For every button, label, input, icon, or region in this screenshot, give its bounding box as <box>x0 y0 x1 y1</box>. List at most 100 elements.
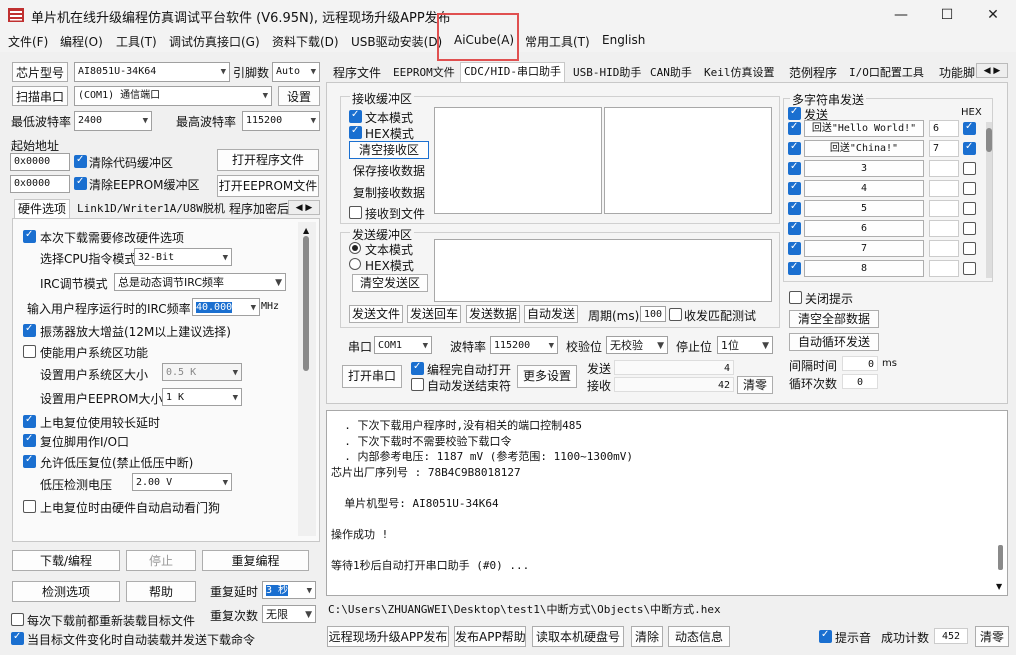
open-eeprom-file-button[interactable]: 打开EEPROM文件 <box>217 175 319 197</box>
multi-delay-input[interactable] <box>929 180 959 197</box>
serial-port-select[interactable]: COM1 ▼ <box>374 336 432 354</box>
menu-tools[interactable]: 工具(T) <box>116 33 157 50</box>
multi-send-button[interactable]: 3 <box>804 160 924 177</box>
clear-receive-button[interactable]: 清空接收区 <box>349 141 429 159</box>
tab-usb-hid[interactable]: USB-HID助手 <box>570 64 644 82</box>
close-button[interactable]: ✕ <box>970 0 1016 30</box>
min-baud-select[interactable]: 2400 ▼ <box>74 111 152 131</box>
multi-send-checkbox[interactable] <box>788 261 801 275</box>
check-options-button[interactable]: 检测选项 <box>12 581 120 602</box>
tab-offline-writer[interactable]: Link1D/Writer1A/U8W脱机 <box>74 200 228 218</box>
stop-button[interactable]: 停止 <box>126 550 196 571</box>
repeat-delay-select[interactable]: 3 秒 ▼ <box>262 581 316 599</box>
baud-select[interactable]: 115200 ▼ <box>490 336 558 354</box>
menu-download[interactable]: 资料下载(D) <box>272 33 339 50</box>
tab-eeprom-file[interactable]: EEPROM文件 <box>390 64 458 82</box>
scan-port-button[interactable]: 扫描串口 <box>12 86 68 106</box>
send-text-mode-radio[interactable] <box>349 242 361 254</box>
loop-count-input[interactable]: 0 <box>842 374 878 389</box>
multi-send-checkbox[interactable] <box>788 121 801 135</box>
multi-delay-input[interactable] <box>929 200 959 217</box>
multi-hex-checkbox[interactable] <box>963 182 976 195</box>
tab-program-encrypt[interactable]: 程序加密后 <box>226 200 288 218</box>
dynamic-info-button[interactable]: 动态信息 <box>668 626 730 647</box>
scroll-down-icon[interactable]: ▼ <box>996 582 1002 591</box>
multi-send-button[interactable]: 8 <box>804 260 924 277</box>
multi-hex-checkbox[interactable] <box>963 242 976 255</box>
multi-send-button[interactable]: 7 <box>804 240 924 257</box>
save-receive-button[interactable]: 保存接收数据 <box>349 163 429 181</box>
eeprom-size-select[interactable]: 1 K ▼ <box>162 388 242 406</box>
repeat-program-button[interactable]: 重复编程 <box>202 550 309 571</box>
log-scrollbar-thumb[interactable] <box>998 545 1003 570</box>
long-delay-checkbox[interactable] <box>23 414 36 428</box>
tab-hardware-options[interactable]: 硬件选项 <box>14 199 71 219</box>
auto-open-checkbox[interactable] <box>411 361 424 375</box>
auto-load-checkbox[interactable] <box>11 631 24 645</box>
settings-button[interactable]: 设置 <box>278 86 320 106</box>
multi-send-all-checkbox[interactable] <box>788 106 801 120</box>
multi-delay-input[interactable] <box>929 220 959 237</box>
lvd-voltage-select[interactable]: 2.00 V ▼ <box>132 473 232 491</box>
beep-checkbox[interactable] <box>819 629 832 643</box>
parity-select[interactable]: 无校验 ▼ <box>606 336 668 354</box>
tab-examples[interactable]: 范例程序 <box>786 64 840 82</box>
auto-send-end-checkbox[interactable] <box>411 378 424 391</box>
reload-each-checkbox[interactable] <box>11 613 24 626</box>
stop-bits-select[interactable]: 1位 ▼ <box>717 336 773 354</box>
lvd-reset-checkbox[interactable] <box>23 454 36 468</box>
osc-gain-checkbox[interactable] <box>23 323 36 337</box>
menu-debug[interactable]: 调试仿真接口(G) <box>169 33 260 50</box>
more-settings-button[interactable]: 更多设置 <box>517 365 577 388</box>
publish-help-button[interactable]: 发布APP帮助 <box>454 626 526 647</box>
match-test-checkbox[interactable] <box>669 308 682 321</box>
maximize-button[interactable]: ☐ <box>924 0 970 30</box>
close-hint-checkbox[interactable] <box>789 291 802 304</box>
tab-cdc-hid-serial[interactable]: CDC/HID-串口助手 <box>460 62 565 83</box>
port-select[interactable]: (COM1) 通信端口 ▼ <box>74 86 272 106</box>
irc-freq-select[interactable]: 40.000 ▼ <box>192 298 260 316</box>
send-text-area[interactable] <box>434 239 772 302</box>
multi-delay-input[interactable] <box>929 160 959 177</box>
modify-hw-checkbox[interactable] <box>23 229 36 243</box>
multi-send-button[interactable]: 6 <box>804 220 924 237</box>
multi-hex-checkbox[interactable] <box>963 202 976 215</box>
recv-text-mode-checkbox[interactable] <box>349 109 362 123</box>
multi-hex-checkbox[interactable] <box>963 141 976 155</box>
multi-delay-input[interactable] <box>929 260 959 277</box>
reset-io-checkbox[interactable] <box>23 433 36 447</box>
send-data-button[interactable]: 发送数据 <box>466 305 520 323</box>
menu-file[interactable]: 文件(F) <box>8 33 48 50</box>
multi-send-checkbox[interactable] <box>788 161 801 175</box>
tab-program-file[interactable]: 程序文件 <box>330 64 384 82</box>
multi-send-checkbox[interactable] <box>788 181 801 195</box>
output-log[interactable]: . 下次下载用户程序时,没有相关的端口控制485 . 下次下载时不需要校验下载口… <box>326 410 1008 596</box>
multi-send-checkbox[interactable] <box>788 201 801 215</box>
reset-count-button[interactable]: 清零 <box>975 626 1009 647</box>
multi-send-button[interactable]: 回送"Hello World!" <box>804 120 924 137</box>
auto-loop-send-button[interactable]: 自动循环发送 <box>789 333 879 351</box>
clear-eeprom-checkbox[interactable] <box>74 176 87 190</box>
sys-size-select[interactable]: 0.5 K ▼ <box>162 363 242 381</box>
tab-pin-function[interactable]: 功能脚 <box>936 64 976 82</box>
multi-hex-checkbox[interactable] <box>963 262 976 275</box>
multi-delay-input[interactable] <box>929 240 959 257</box>
tab-keil-sim[interactable]: Keil仿真设置 <box>701 64 778 82</box>
receive-hex-area[interactable] <box>604 107 772 214</box>
repeat-count-select[interactable]: 无限 ▼ <box>262 605 316 623</box>
multi-send-checkbox[interactable] <box>788 241 801 255</box>
remote-upgrade-button[interactable]: 远程现场升级APP发布 <box>327 626 449 647</box>
tab-io-config[interactable]: I/O口配置工具 <box>846 64 927 82</box>
copy-receive-button[interactable]: 复制接收数据 <box>349 185 429 203</box>
interval-input[interactable]: 0 <box>842 356 878 371</box>
wdt-checkbox[interactable] <box>23 500 36 513</box>
tab-can[interactable]: CAN助手 <box>647 64 695 82</box>
max-baud-select[interactable]: 115200 ▼ <box>242 111 320 131</box>
send-return-button[interactable]: 发送回车 <box>407 305 461 323</box>
scroll-up-icon[interactable]: ▲ <box>303 226 309 235</box>
download-program-button[interactable]: 下载/编程 <box>12 550 120 571</box>
recv-hex-mode-checkbox[interactable] <box>349 125 362 139</box>
read-disk-id-button[interactable]: 读取本机硬盘号 <box>532 626 624 647</box>
chip-model-select[interactable]: AI8051U-34K64 ▼ <box>74 62 230 82</box>
clear-send-button[interactable]: 清空发送区 <box>352 274 428 292</box>
